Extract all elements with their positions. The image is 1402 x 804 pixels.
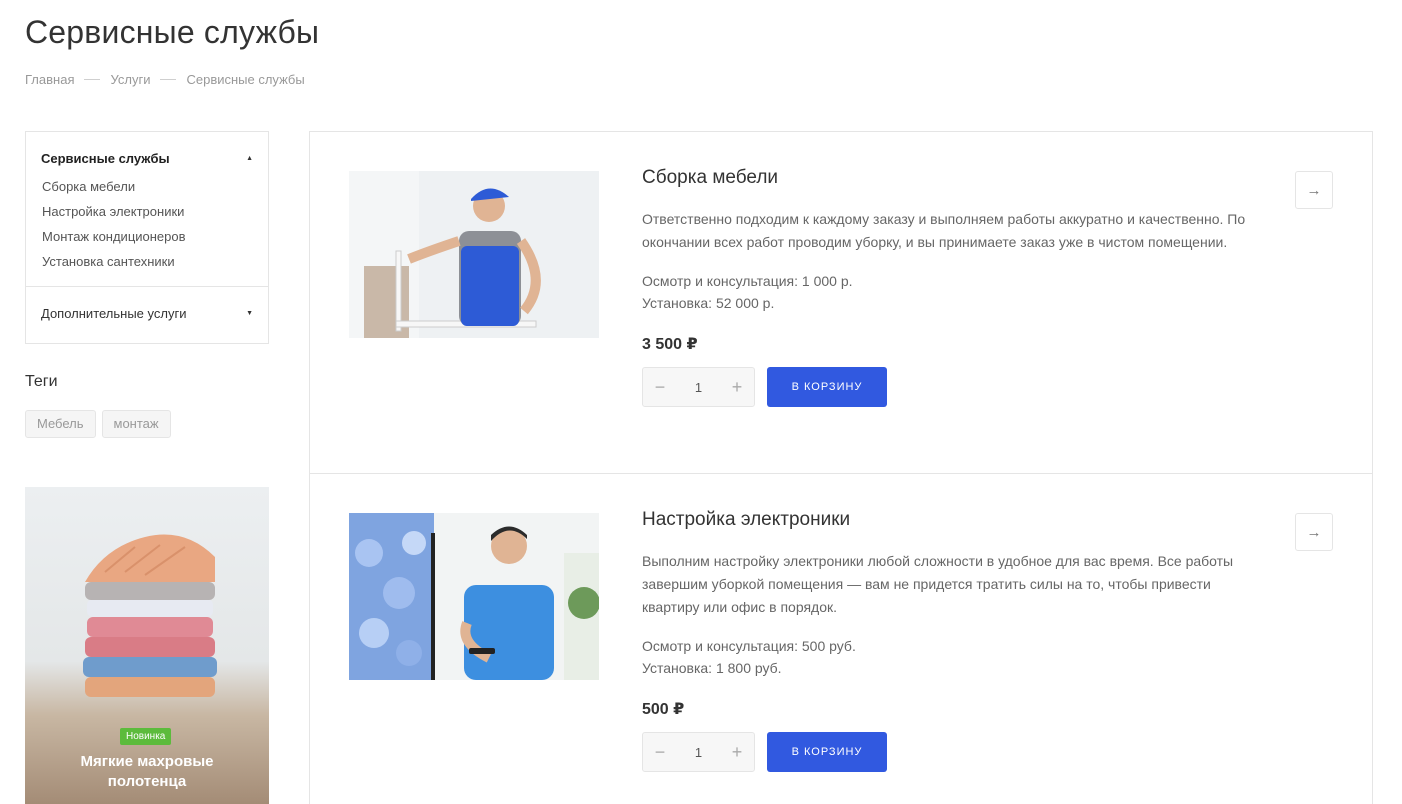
sidebar-group-label: Сервисные службы bbox=[41, 150, 170, 166]
service-price: 3 500 ₽ bbox=[642, 336, 698, 353]
service-description: Ответственно подходим к каждому заказу и… bbox=[642, 211, 1246, 250]
service-price: 500 ₽ bbox=[642, 701, 685, 718]
caret-down-icon: ▼ bbox=[246, 309, 253, 317]
service-description: Выполним настройку электроники любой сло… bbox=[642, 553, 1234, 615]
tags-title: Теги bbox=[25, 373, 58, 390]
sidebar-menu: Сервисные службы ▲ Сборка мебели Настрой… bbox=[25, 131, 269, 344]
service-card: Настройка электроники Выполним настройку… bbox=[309, 473, 1373, 804]
sidebar-item-electronics[interactable]: Настройка электроники bbox=[42, 199, 252, 224]
service-prop: Установка: 1 800 руб. bbox=[642, 660, 782, 676]
service-prop: Осмотр и консультация: 500 руб. bbox=[642, 638, 856, 654]
plus-icon[interactable]: + bbox=[728, 743, 746, 761]
service-card: Сборка мебели Ответственно подходим к ка… bbox=[309, 131, 1373, 474]
towels-image bbox=[83, 534, 217, 697]
caret-up-icon: ▲ bbox=[246, 154, 253, 162]
tag-furniture[interactable]: Мебель bbox=[25, 410, 96, 438]
service-props: Осмотр и консультация: 500 руб. Установк… bbox=[642, 635, 1262, 679]
breadcrumb-current: Сервисные службы bbox=[186, 72, 305, 87]
arrow-right-icon[interactable]: → bbox=[1295, 171, 1333, 209]
buy-row: − 1 + В корзину bbox=[642, 732, 1262, 772]
sidebar-submenu: Сборка мебели Настройка электроники Монт… bbox=[26, 174, 268, 286]
quantity-stepper: − 1 + bbox=[642, 732, 755, 772]
breadcrumb-home[interactable]: Главная bbox=[25, 72, 74, 87]
breadcrumb-separator bbox=[84, 79, 101, 80]
breadcrumb-services[interactable]: Услуги bbox=[110, 72, 150, 87]
furniture-worker-image bbox=[349, 171, 599, 338]
promo-banner[interactable]: Новинка Мягкие махровые полотенца bbox=[25, 487, 269, 804]
sidebar-item-furniture[interactable]: Сборка мебели bbox=[42, 174, 252, 199]
service-info: Сборка мебели Ответственно подходим к ка… bbox=[642, 167, 1262, 407]
add-to-cart-button[interactable]: В корзину bbox=[767, 732, 887, 772]
service-props: Осмотр и консультация: 1 000 р. Установк… bbox=[642, 270, 1262, 314]
quantity-stepper: − 1 + bbox=[642, 367, 755, 407]
tag-installation[interactable]: монтаж bbox=[101, 410, 171, 438]
quantity-value[interactable]: 1 bbox=[695, 745, 702, 760]
quantity-value[interactable]: 1 bbox=[695, 380, 702, 395]
breadcrumb-separator bbox=[160, 79, 177, 80]
service-title[interactable]: Настройка электроники bbox=[642, 509, 1262, 531]
service-prop: Установка: 52 000 р. bbox=[642, 295, 775, 311]
service-info: Настройка электроники Выполним настройку… bbox=[642, 509, 1262, 772]
minus-icon[interactable]: − bbox=[651, 743, 669, 761]
sidebar-group-additional[interactable]: Дополнительные услуги ▼ bbox=[26, 287, 268, 339]
promo-badge: Новинка bbox=[120, 728, 172, 745]
sidebar-item-plumbing[interactable]: Установка сантехники bbox=[42, 249, 252, 274]
minus-icon[interactable]: − bbox=[651, 378, 669, 396]
plus-icon[interactable]: + bbox=[728, 378, 746, 396]
buy-row: − 1 + В корзину bbox=[642, 367, 1262, 407]
promo-title: Мягкие махровые полотенца bbox=[80, 753, 214, 790]
sidebar-item-conditioners[interactable]: Монтаж кондиционеров bbox=[42, 224, 252, 249]
arrow-right-icon[interactable]: → bbox=[1295, 513, 1333, 551]
electronics-worker-image bbox=[349, 513, 599, 680]
tag-list: Мебель монтаж bbox=[25, 410, 171, 438]
breadcrumb: Главная Услуги Сервисные службы bbox=[25, 72, 305, 87]
sidebar-group-label: Дополнительные услуги bbox=[41, 305, 187, 321]
service-list: Сборка мебели Ответственно подходим к ка… bbox=[309, 131, 1373, 804]
service-image[interactable] bbox=[349, 513, 599, 680]
add-to-cart-button[interactable]: В корзину bbox=[767, 367, 887, 407]
page-title: Сервисные службы bbox=[25, 14, 320, 50]
service-prop: Осмотр и консультация: 1 000 р. bbox=[642, 273, 853, 289]
service-title[interactable]: Сборка мебели bbox=[642, 167, 1262, 189]
service-image[interactable] bbox=[349, 171, 599, 338]
